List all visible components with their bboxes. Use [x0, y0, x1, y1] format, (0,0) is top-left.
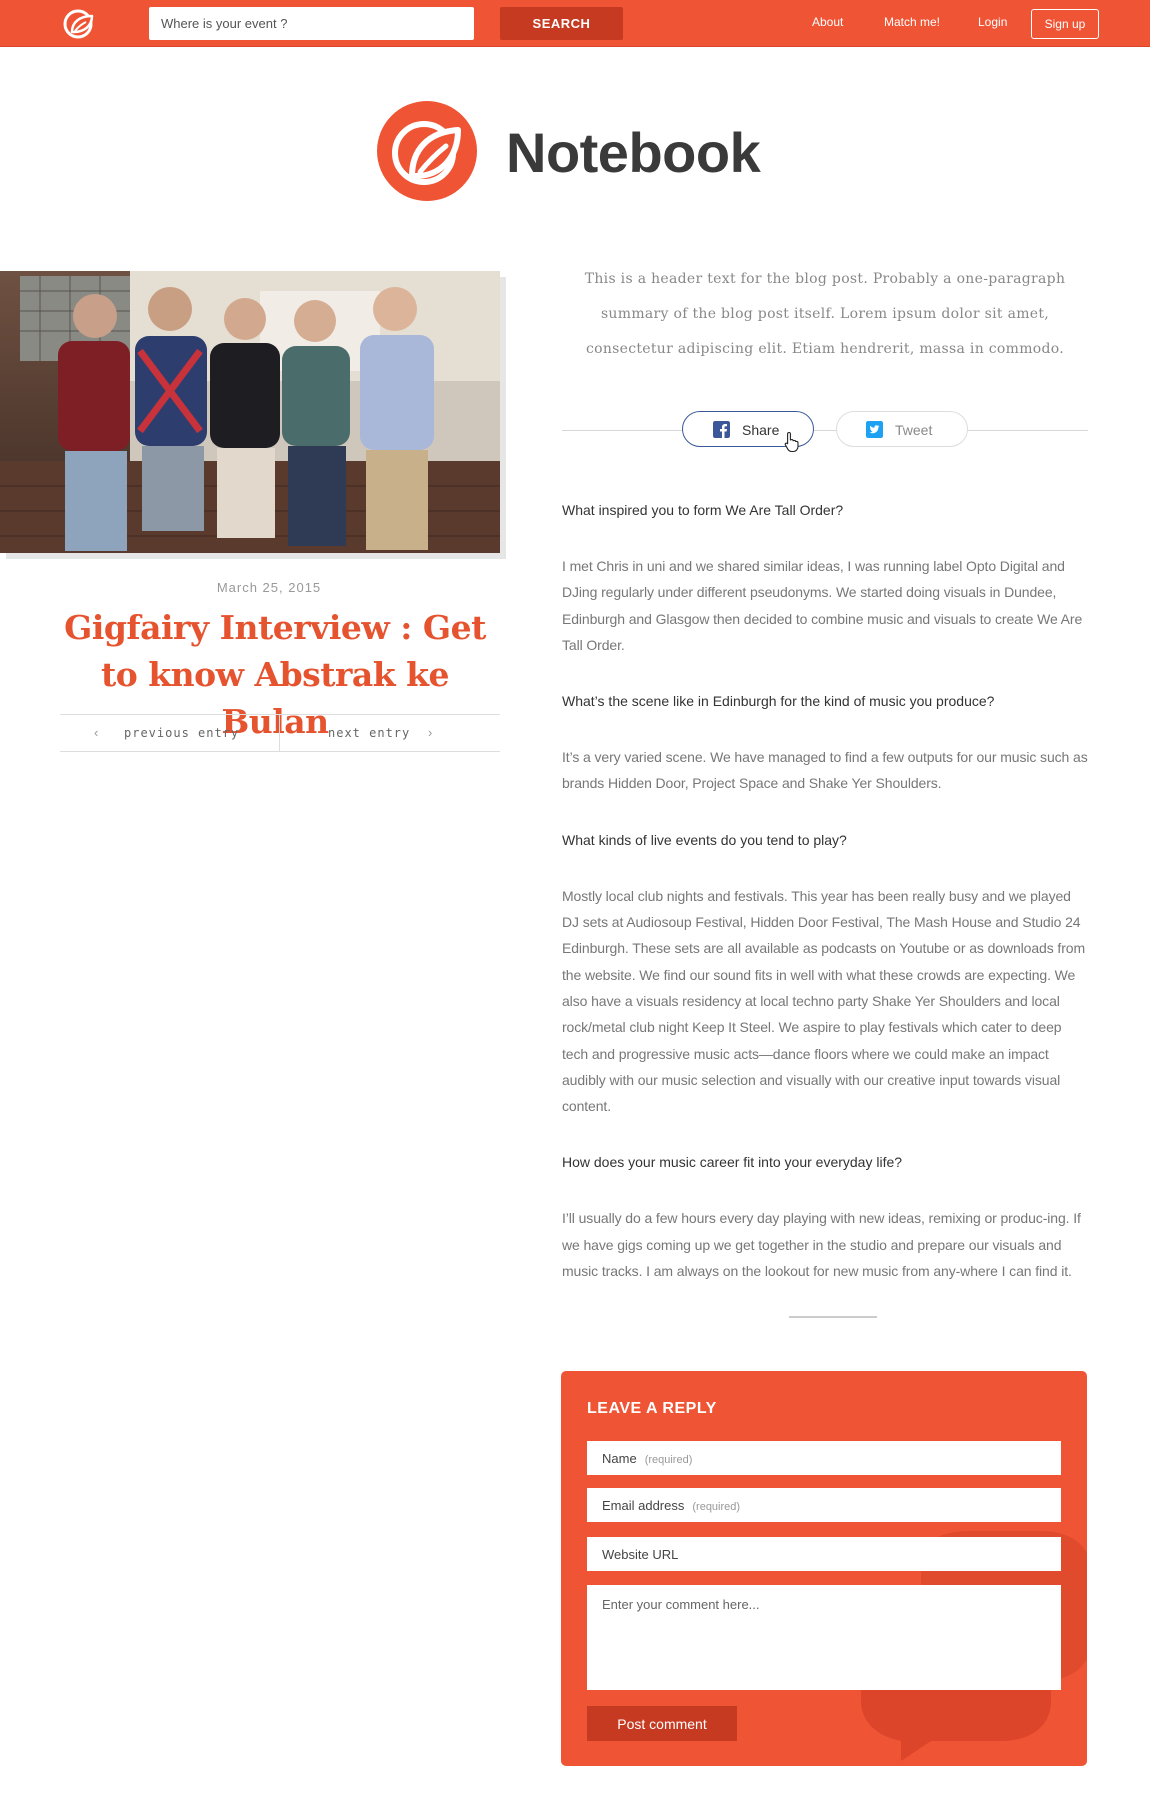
comment-textarea[interactable] — [587, 1585, 1061, 1690]
interview-answer: It’s a very varied scene. We have manage… — [562, 749, 1088, 792]
nav-link-match-me[interactable]: Match me! — [884, 15, 940, 29]
band-photo-image — [0, 271, 500, 553]
nav-link-login[interactable]: Login — [978, 15, 1007, 29]
entry-nav-divider — [279, 715, 280, 752]
search-button[interactable]: SEARCH — [500, 7, 623, 40]
article-end-divider — [789, 1316, 877, 1318]
twitter-tweet-button[interactable]: Tweet — [836, 411, 968, 447]
brand-title: Notebook — [506, 121, 761, 184]
search-input[interactable] — [149, 7, 474, 40]
name-field-label: Name (required) — [602, 1451, 693, 1466]
brand-logo-icon — [377, 101, 477, 201]
previous-entry-link[interactable]: previous entry — [124, 726, 239, 740]
hand-cursor-icon — [784, 431, 799, 453]
twitter-icon — [866, 421, 883, 438]
interview-answer: I’ll usually do a few hours every day pl… — [562, 1210, 1081, 1280]
interview-question: What kinds of live events do you tend to… — [562, 831, 847, 848]
interview-question: What inspired you to form We Are Tall Or… — [562, 502, 844, 518]
website-field-label: Website URL — [602, 1547, 679, 1562]
email-field[interactable]: Email address (required) — [587, 1488, 1061, 1522]
facebook-icon — [713, 421, 730, 438]
share-divider — [562, 430, 1088, 431]
email-field-label: Email address (required) — [602, 1498, 741, 1513]
name-field[interactable]: Name (required) — [587, 1441, 1061, 1475]
share-label: Share — [742, 422, 780, 438]
chevron-right-icon: › — [428, 725, 433, 740]
interview-question: How does your music career fit into your… — [562, 1154, 903, 1171]
next-entry-link[interactable]: next entry — [328, 726, 410, 740]
post-date: March 25, 2015 — [216, 580, 322, 595]
leave-reply-form: LEAVE A REPLY Name (required) Email addre… — [561, 1371, 1087, 1766]
logo-icon[interactable] — [62, 8, 98, 40]
post-photo — [0, 271, 500, 553]
website-field[interactable]: Website URL — [587, 1537, 1061, 1571]
top-navbar: SEARCH About Match me! Login Sign up — [0, 0, 1150, 47]
interview-answer: I met Chris in uni and we shared similar… — [562, 558, 1083, 653]
signup-button[interactable]: Sign up — [1031, 9, 1099, 39]
post-comment-button[interactable]: Post comment — [587, 1706, 737, 1741]
chevron-left-icon: ‹ — [94, 725, 99, 740]
tweet-label: Tweet — [895, 422, 933, 438]
post-intro: This is a header text for the blog post.… — [584, 271, 1066, 357]
entry-navigation: ‹ previous entry next entry › — [60, 714, 500, 752]
nav-link-about[interactable]: About — [812, 15, 843, 29]
interview-article: What inspired you to form We Are Tall Or… — [562, 500, 1090, 1317]
reply-title: LEAVE A REPLY — [587, 1400, 717, 1417]
interview-question: What’s the scene like in Edinburgh for t… — [562, 693, 995, 710]
interview-answer: Mostly local club nights and festivals. … — [562, 887, 1086, 1115]
